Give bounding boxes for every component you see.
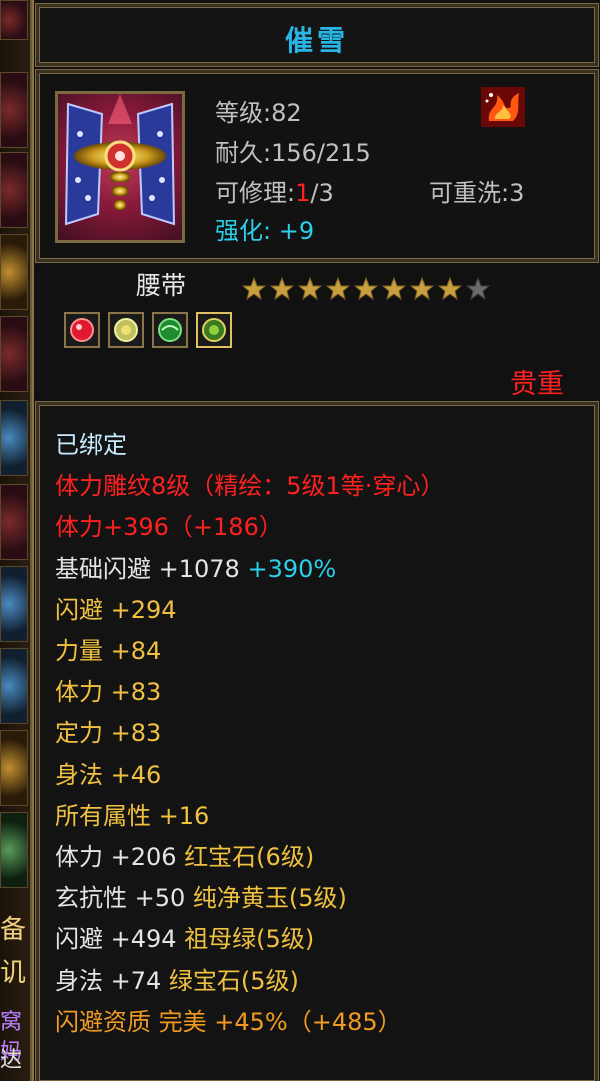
stat-text: 体力+396（+186） bbox=[55, 513, 283, 542]
enhance-label: 强化: bbox=[215, 217, 272, 245]
stat-extra: 绿宝石(5级) bbox=[168, 966, 299, 995]
stat-line: 体力+396（+186） bbox=[55, 511, 283, 543]
stat-line: 基础闪避 +1078 +390% bbox=[55, 553, 336, 585]
stat-line: 体力雕纹8级（精绘：5级1等·穿心） bbox=[55, 470, 444, 502]
stat-text: 力量 +84 bbox=[55, 637, 162, 665]
stat-line: 已绑定 bbox=[55, 429, 127, 461]
stat-text: 身法 +74 bbox=[55, 966, 169, 995]
stat-text: 闪避资质 完美 +45%（+485） bbox=[55, 1007, 402, 1036]
reroll-label: 可重洗 bbox=[429, 179, 501, 207]
sidebar-label[interactable]: 备 bbox=[0, 915, 30, 945]
yellow-gem-icon bbox=[108, 312, 144, 348]
reroll-value: :3 bbox=[501, 179, 525, 207]
stat-line: 体力 +206 红宝石(6级) bbox=[55, 841, 314, 873]
star-filled-icon bbox=[269, 276, 295, 301]
repair-row: 可修理:1/3 bbox=[215, 173, 334, 208]
sidebar-label[interactable]: 讥 bbox=[0, 958, 30, 988]
stat-extra: 纯净黄玉(5级) bbox=[192, 884, 347, 913]
star-filled-icon bbox=[353, 276, 379, 301]
belt-item-icon bbox=[55, 91, 185, 243]
stat-line: 闪避 +494 祖母绿(5级) bbox=[55, 923, 314, 955]
equip-slot[interactable] bbox=[0, 400, 28, 476]
level-label: 等级 bbox=[215, 99, 263, 127]
equip-slot[interactable] bbox=[0, 72, 28, 148]
stat-line: 闪避资质 完美 +45%（+485） bbox=[55, 1006, 402, 1038]
equip-slot[interactable] bbox=[0, 648, 28, 724]
stat-line: 玄抗性 +50 纯净黄玉(5级) bbox=[55, 882, 347, 914]
equip-slot[interactable] bbox=[0, 152, 28, 228]
stat-text: 体力 +83 bbox=[55, 678, 162, 707]
durability-label: 耐久 bbox=[215, 139, 263, 167]
equip-slot[interactable] bbox=[0, 234, 28, 310]
item-info-section: 等级:82 耐久:156/215 可修理:1/3 可重洗:3 强化: +9 bbox=[36, 70, 598, 262]
stat-text: 闪避 +294 bbox=[55, 595, 177, 624]
equip-slot[interactable] bbox=[0, 566, 28, 642]
durability-value: :156/215 bbox=[263, 139, 371, 167]
stat-extra: 祖母绿(5级) bbox=[184, 925, 315, 954]
stat-extra: +390% bbox=[247, 554, 337, 583]
star-filled-icon bbox=[297, 276, 323, 301]
stat-text: 基础闪避 +1078 bbox=[55, 554, 248, 583]
enhance-row: 强化: +9 bbox=[215, 211, 314, 246]
stat-text: 所有属性 +16 bbox=[55, 801, 210, 830]
repair-used: 1 bbox=[295, 179, 311, 207]
equip-slot[interactable] bbox=[0, 0, 28, 40]
stat-line: 所有属性 +16 bbox=[55, 800, 209, 832]
item-type-label: 腰带 bbox=[136, 271, 187, 300]
equip-slot[interactable] bbox=[0, 316, 28, 392]
star-filled-icon bbox=[409, 276, 435, 301]
red-gem-icon bbox=[64, 312, 100, 348]
stat-text: 定力 +83 bbox=[55, 719, 162, 748]
stat-line: 身法 +46 bbox=[55, 759, 161, 791]
sidebar-label: 达 bbox=[0, 1048, 23, 1073]
enhance-value: +9 bbox=[278, 217, 315, 245]
quality-label: 贵重 bbox=[510, 369, 564, 400]
item-tooltip: 催雪 等级:82 耐久:156/215 可修理:1/3 可重洗:3 强化: +9… bbox=[32, 0, 600, 1081]
star-empty-icon bbox=[465, 276, 491, 301]
star-rating bbox=[241, 276, 491, 302]
title-bar: 催雪 bbox=[36, 4, 598, 66]
stat-text: 玄抗性 +50 bbox=[55, 884, 193, 913]
reroll-row: 可重洗:3 bbox=[429, 173, 524, 208]
flame-rarity-icon bbox=[481, 87, 525, 127]
item-name: 催雪 bbox=[284, 24, 349, 57]
level-value: :82 bbox=[263, 99, 302, 127]
equip-slot[interactable] bbox=[0, 812, 28, 888]
green-gem-icon bbox=[152, 312, 188, 348]
repair-label: 可修理: bbox=[215, 179, 296, 207]
star-filled-icon bbox=[241, 276, 267, 301]
stat-line: 力量 +84 bbox=[55, 635, 161, 667]
stats-section: 已绑定体力雕纹8级（精绘：5级1等·穿心） 体力+396（+186） 基础闪避 +1… bbox=[36, 402, 598, 1081]
stat-text: 闪避 +494 bbox=[55, 925, 185, 954]
equipment-sidebar: 备 讥 窝妈 达 bbox=[0, 0, 32, 1081]
stat-line: 身法 +74 绿宝石(5级) bbox=[55, 965, 299, 997]
item-type-section: 腰带 贵重 bbox=[36, 266, 598, 400]
star-filled-icon bbox=[437, 276, 463, 301]
stat-line: 定力 +83 bbox=[55, 717, 161, 749]
level-row: 等级:82 bbox=[215, 93, 302, 128]
stat-text: 身法 +46 bbox=[55, 760, 162, 789]
stat-text: 体力雕纹8级（精绘：5级1等·穿心） bbox=[55, 472, 445, 501]
stat-line: 体力 +83 bbox=[55, 676, 161, 708]
equip-slot[interactable] bbox=[0, 730, 28, 806]
durability-row: 耐久:156/215 bbox=[215, 133, 371, 168]
jade-gem-icon bbox=[196, 312, 232, 348]
equip-slot[interactable] bbox=[0, 484, 28, 560]
stat-line: 闪避 +294 bbox=[55, 594, 177, 626]
star-filled-icon bbox=[381, 276, 407, 301]
stat-extra: 红宝石(6级) bbox=[184, 843, 315, 871]
gem-sockets bbox=[64, 312, 232, 348]
star-filled-icon bbox=[325, 276, 351, 301]
stat-text: 已绑定 bbox=[55, 431, 127, 459]
stat-text: 体力 +206 bbox=[55, 843, 185, 871]
repair-total: /3 bbox=[310, 179, 334, 207]
